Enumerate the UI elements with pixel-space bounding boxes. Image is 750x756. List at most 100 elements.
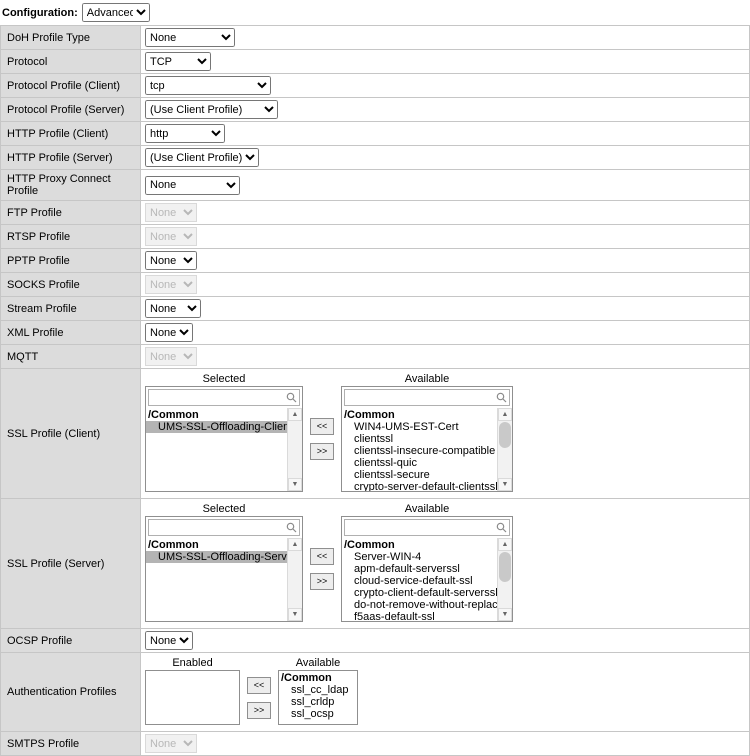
scrollbar[interactable]: ▲ ▼: [497, 538, 512, 621]
ssl-client-available-search-row: [344, 389, 510, 406]
scrollbar[interactable]: ▲ ▼: [497, 408, 512, 491]
row-pptp-profile: PPTP Profile None: [1, 249, 750, 273]
list-item[interactable]: ssl_cc_ldap: [279, 684, 357, 696]
stream-profile-select[interactable]: None: [145, 299, 201, 318]
list-item[interactable]: clientssl-quic: [342, 457, 497, 469]
list-item[interactable]: clientssl-secure: [342, 469, 497, 481]
list-item[interactable]: crypto-client-default-serverssl: [342, 587, 497, 599]
scrollbar-track[interactable]: [498, 421, 512, 478]
list-item[interactable]: apm-default-serverssl: [342, 563, 497, 575]
doh-profile-type-select[interactable]: None: [145, 28, 235, 47]
xml-profile-select[interactable]: None: [145, 323, 193, 342]
scrollbar-track[interactable]: [498, 551, 512, 608]
configuration-select[interactable]: Advanced: [82, 3, 150, 22]
row-label: Stream Profile: [1, 297, 141, 321]
row-label: XML Profile: [1, 321, 141, 345]
scrollbar-thumb[interactable]: [499, 552, 511, 582]
list-item[interactable]: Server-WIN-4: [342, 551, 497, 563]
list-item[interactable]: cloud-service-default-ssl: [342, 575, 497, 587]
row-label: Authentication Profiles: [1, 653, 141, 732]
row-http-profile-client: HTTP Profile (Client) http: [1, 122, 750, 146]
scroll-up-icon[interactable]: ▲: [498, 538, 512, 551]
pptp-profile-select[interactable]: None: [145, 251, 197, 270]
protocol-profile-server-select[interactable]: (Use Client Profile): [145, 100, 278, 119]
scroll-down-icon[interactable]: ▼: [498, 608, 512, 621]
search-input[interactable]: [149, 520, 284, 535]
move-to-available-button[interactable]: >>: [310, 573, 334, 590]
row-label: RTSP Profile: [1, 225, 141, 249]
protocol-select[interactable]: TCP: [145, 52, 211, 71]
row-http-proxy-connect-profile: HTTP Proxy Connect Profile None: [1, 170, 750, 201]
http-profile-client-select[interactable]: http: [145, 124, 225, 143]
partition-label: /Common: [342, 409, 497, 421]
partition-label: /Common: [342, 539, 497, 551]
row-mqtt: MQTT None: [1, 345, 750, 369]
scroll-down-icon[interactable]: ▼: [498, 478, 512, 491]
scroll-down-icon[interactable]: ▼: [288, 608, 302, 621]
move-to-enabled-button[interactable]: <<: [247, 677, 271, 694]
row-ssl-profile-server: SSL Profile (Server) Selected Available: [1, 499, 750, 629]
row-label: HTTP Profile (Client): [1, 122, 141, 146]
smtps-profile-select: None: [145, 734, 197, 753]
ssl-server-available-search-row: [344, 519, 510, 536]
row-authentication-profiles: Authentication Profiles Enabled Availabl…: [1, 653, 750, 732]
scroll-up-icon[interactable]: ▲: [498, 408, 512, 421]
list-item[interactable]: WIN4-UMS-EST-Cert: [342, 421, 497, 433]
socks-profile-select: None: [145, 275, 197, 294]
scroll-up-icon[interactable]: ▲: [288, 538, 302, 551]
row-label: Protocol Profile (Client): [1, 74, 141, 98]
available-column-header: Available: [341, 373, 513, 385]
row-label: Protocol Profile (Server): [1, 98, 141, 122]
selected-column-header: Selected: [145, 503, 303, 515]
scrollbar-track[interactable]: [288, 551, 302, 608]
list-item[interactable]: clientssl-insecure-compatible: [342, 445, 497, 457]
search-icon: [284, 392, 299, 403]
list-item[interactable]: crypto-server-default-clientssl: [342, 481, 497, 491]
row-label: PPTP Profile: [1, 249, 141, 273]
configuration-bar: Configuration: Advanced: [0, 0, 750, 25]
row-label: SOCKS Profile: [1, 273, 141, 297]
row-http-profile-server: HTTP Profile (Server) (Use Client Profil…: [1, 146, 750, 170]
ssl-client-dual-listbox: Selected Available: [145, 371, 745, 496]
scrollbar-thumb[interactable]: [499, 422, 511, 448]
search-input[interactable]: [345, 520, 494, 535]
row-protocol: Protocol TCP: [1, 50, 750, 74]
scroll-down-icon[interactable]: ▼: [288, 478, 302, 491]
http-profile-server-select[interactable]: (Use Client Profile): [145, 148, 259, 167]
scrollbar[interactable]: ▲ ▼: [287, 408, 302, 491]
http-proxy-connect-profile-select[interactable]: None: [145, 176, 240, 195]
search-input[interactable]: [345, 390, 494, 405]
configuration-label: Configuration:: [2, 7, 78, 19]
rtsp-profile-select: None: [145, 227, 197, 246]
authentication-enabled-listbox[interactable]: [145, 670, 240, 725]
profile-list: /Common UMS-SSL-Offloading-Server-Profil…: [146, 538, 287, 621]
list-item[interactable]: ssl_crldp: [279, 696, 357, 708]
enabled-column-header: Enabled: [145, 657, 240, 669]
list-item[interactable]: UMS-SSL-Offloading-Server-Profile: [146, 551, 287, 563]
ocsp-profile-select[interactable]: None: [145, 631, 193, 650]
move-to-available-button[interactable]: >>: [310, 443, 334, 460]
move-to-available-button[interactable]: >>: [247, 702, 271, 719]
list-item[interactable]: clientssl: [342, 433, 497, 445]
move-to-selected-button[interactable]: <<: [310, 418, 334, 435]
move-to-selected-button[interactable]: <<: [310, 548, 334, 565]
row-socks-profile: SOCKS Profile None: [1, 273, 750, 297]
search-input[interactable]: [149, 390, 284, 405]
list-item[interactable]: do-not-remove-without-replacement: [342, 599, 497, 611]
row-label: SMTPS Profile: [1, 732, 141, 756]
protocol-profile-client-select[interactable]: tcp: [145, 76, 271, 95]
list-item[interactable]: UMS-SSL-Offloading-Client-Profile: [146, 421, 287, 433]
row-stream-profile: Stream Profile None: [1, 297, 750, 321]
profile-list: /Common Server-WIN-4 apm-default-servers…: [342, 538, 497, 621]
scrollbar-track[interactable]: [288, 421, 302, 478]
row-rtsp-profile: RTSP Profile None: [1, 225, 750, 249]
ssl-client-selected-listbox: /Common UMS-SSL-Offloading-Client-Profil…: [145, 386, 303, 492]
ssl-client-available-listbox: /Common WIN4-UMS-EST-Cert clientssl clie…: [341, 386, 513, 492]
ftp-profile-select: None: [145, 203, 197, 222]
list-item[interactable]: ssl_ocsp: [279, 708, 357, 720]
scrollbar[interactable]: ▲ ▼: [287, 538, 302, 621]
profile-list: /Common ssl_cc_ldap ssl_crldp ssl_ocsp: [279, 671, 357, 724]
list-item[interactable]: f5aas-default-ssl: [342, 611, 497, 621]
row-label: SSL Profile (Client): [1, 369, 141, 499]
scroll-up-icon[interactable]: ▲: [288, 408, 302, 421]
